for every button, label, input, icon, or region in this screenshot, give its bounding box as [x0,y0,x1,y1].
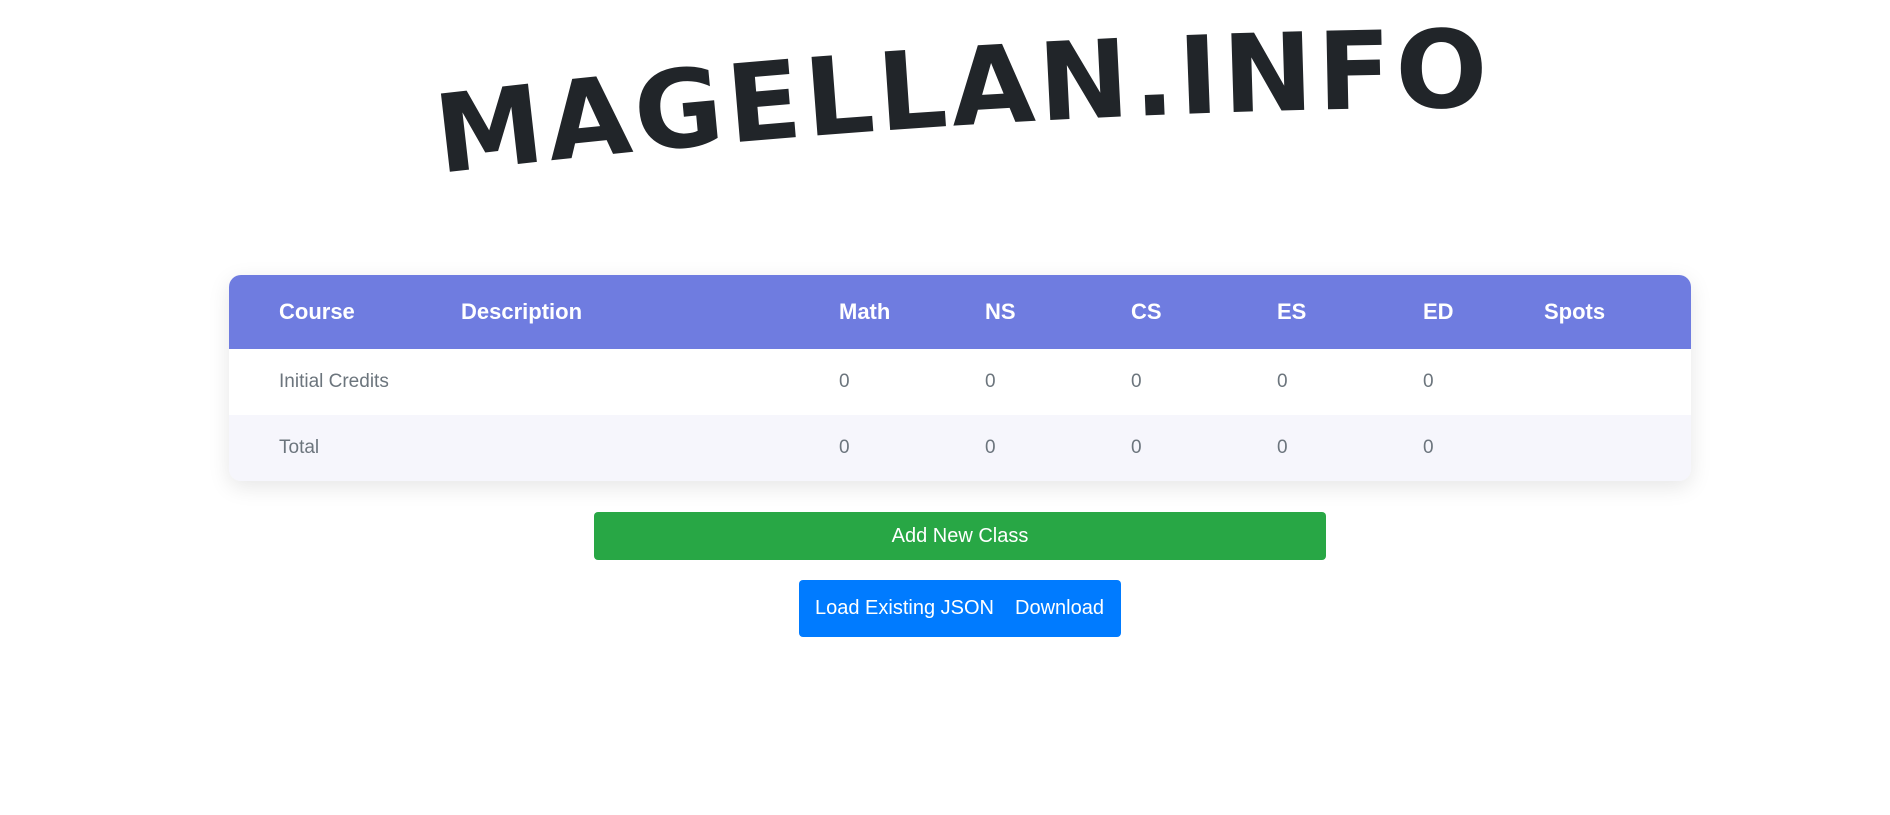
cell-course: Total [279,437,320,458]
site-logo[interactable]: MAGELLAN.INFO [429,8,1490,199]
cell-es: 0 [1277,371,1288,392]
table-header-row: Course Description Math NS CS ES ED Spot… [229,275,1691,349]
cell-spots [1544,349,1691,415]
cell-math: 0 [839,437,850,458]
header-course: Course [279,299,355,324]
cell-cs: 0 [1131,371,1142,392]
cell-description [461,415,839,481]
cell-es: 0 [1277,437,1288,458]
header-math: Math [839,299,891,324]
cell-course: Initial Credits [279,371,389,392]
table-row: Total 0 0 0 0 0 [229,415,1691,481]
download-button[interactable]: Download [999,580,1104,637]
cell-ed: 0 [1423,371,1434,392]
table-row: Initial Credits 0 0 0 0 0 [229,349,1691,415]
page: MAGELLAN.INFO Course Description Math NS [0,0,1890,815]
cell-ns: 0 [985,437,996,458]
credits-table: Course Description Math NS CS ES ED Spot… [229,275,1691,481]
header-ed: ED [1423,299,1454,324]
logo-text: MAGELLAN.INFO [429,8,1492,199]
cell-ed: 0 [1423,437,1434,458]
header-description: Description [461,299,583,324]
header-es: ES [1277,299,1307,324]
cell-ns: 0 [985,371,996,392]
header-cs: CS [1131,299,1162,324]
header-ns: NS [985,299,1016,324]
add-new-class-button[interactable]: Add New Class [594,512,1326,560]
cell-math: 0 [839,371,850,392]
json-button-group: Load Existing JSON Download [799,580,1121,637]
credits-table-card: Course Description Math NS CS ES ED Spot… [229,275,1691,481]
load-existing-json-button[interactable]: Load Existing JSON [799,580,999,637]
cell-description [461,349,839,415]
header-spots: Spots [1544,299,1606,324]
cell-spots [1544,415,1691,481]
cell-cs: 0 [1131,437,1142,458]
